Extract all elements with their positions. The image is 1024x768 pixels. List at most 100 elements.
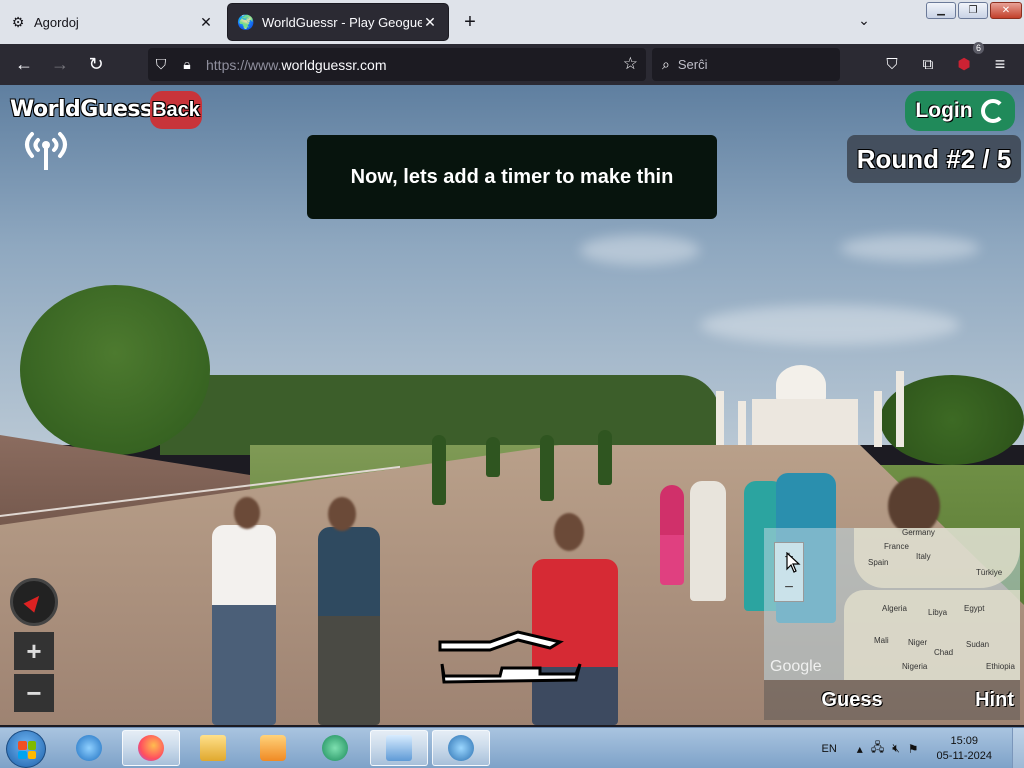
- map-label: Egypt: [964, 604, 985, 613]
- person: [212, 525, 276, 725]
- language-indicator[interactable]: EN: [822, 743, 837, 755]
- globe-icon: 🌍: [237, 13, 255, 30]
- person-head: [234, 497, 260, 529]
- guess-button[interactable]: Guess: [764, 680, 940, 720]
- taskbar-media-player[interactable]: [244, 730, 302, 766]
- back-arrow-icon[interactable]: ←: [8, 48, 40, 80]
- control-panel-icon: [386, 735, 412, 761]
- person: [690, 481, 726, 601]
- tree: [20, 285, 210, 455]
- network-icon[interactable]: 🖧: [871, 738, 884, 759]
- person-head: [554, 513, 584, 551]
- window-controls: ▁ ❐ ✕: [926, 2, 1022, 19]
- show-desktop-button[interactable]: [1012, 728, 1024, 768]
- guess-minimap[interactable]: Germany France Italy Spain Türkiye Alger…: [764, 528, 1020, 680]
- cloud: [840, 235, 980, 261]
- back-button[interactable]: Back: [150, 91, 202, 129]
- toast-message: Now, lets add a timer to make thin: [307, 135, 717, 219]
- navigation-arrows[interactable]: [430, 628, 590, 688]
- back-arrow-icon: [440, 663, 582, 684]
- tab-label: WorldGuessr - Play Geoguessr Free: [262, 14, 422, 30]
- extensions-puzzle-icon[interactable]: ⧉: [912, 48, 944, 80]
- media-player-icon: [260, 735, 286, 761]
- cypress-tree: [486, 437, 500, 477]
- map-label: Spain: [868, 558, 889, 567]
- person-head: [888, 477, 940, 535]
- map-label: Sudan: [966, 640, 990, 649]
- url-bar[interactable]: ⛉ 🔒︎ https://www.worldguessr.com ☆: [148, 48, 646, 81]
- clock-date: 05-11-2024: [936, 749, 992, 762]
- close-tab-icon[interactable]: ✕: [422, 14, 438, 31]
- forward-arrow-icon: [438, 630, 564, 652]
- clock[interactable]: 15:09 05-11-2024: [937, 734, 992, 764]
- person: [660, 485, 684, 585]
- worldguessr-logo: WorldGuessr: [10, 97, 163, 122]
- gear-icon: ⚙: [11, 13, 25, 30]
- map-label: Chad: [934, 648, 954, 657]
- show-hidden-icons-icon[interactable]: ▴: [857, 742, 863, 756]
- signal-connection-icon: [25, 132, 67, 170]
- internet-explorer-icon: [76, 735, 102, 761]
- forward-arrow-icon[interactable]: →: [44, 48, 76, 80]
- hint-button[interactable]: Hint: [940, 680, 1020, 720]
- google-icon: [980, 99, 1005, 123]
- hamburger-menu-icon[interactable]: ≡: [984, 48, 1016, 80]
- bookmark-star-icon[interactable]: ☆: [623, 54, 638, 74]
- taj-mahal: [752, 365, 862, 445]
- tab-settings[interactable]: ⚙ Agordoj ✕: [0, 4, 224, 40]
- taskbar-firefox[interactable]: [122, 730, 180, 766]
- taskbar-network[interactable]: [432, 730, 490, 766]
- map-zoom-out-button[interactable]: −: [775, 573, 803, 603]
- search-input[interactable]: ⌕ Serĉi: [652, 48, 840, 81]
- reload-icon[interactable]: ↻: [80, 48, 112, 80]
- minaret: [896, 371, 904, 447]
- folder-icon: [200, 735, 226, 761]
- volume-muted-icon[interactable]: 🔇︎: [892, 741, 900, 756]
- map-label: Niger: [908, 638, 928, 647]
- taskbar-file-explorer[interactable]: [184, 730, 242, 766]
- map-label: Türkiye: [976, 568, 1003, 577]
- guess-bar: Guess Hint: [764, 680, 1020, 720]
- minaret: [716, 391, 724, 447]
- minaret: [738, 401, 746, 445]
- map-label: France: [884, 542, 909, 551]
- map-label: Ethiopia: [986, 662, 1015, 671]
- map-label: Nigeria: [902, 662, 928, 671]
- navigation-toolbar: ← → ↻ ⛉ 🔒︎ https://www.worldguessr.com ☆…: [0, 42, 1024, 85]
- taskbar-control-panel[interactable]: [370, 730, 428, 766]
- new-tab-button[interactable]: +: [458, 10, 482, 34]
- map-label: Germany: [902, 528, 935, 537]
- zoom-in-button[interactable]: +: [14, 632, 54, 670]
- round-counter: Round #2 / 5: [847, 135, 1021, 183]
- login-button[interactable]: Login: [905, 91, 1015, 131]
- action-center-flag-icon[interactable]: ⚑: [908, 742, 919, 756]
- compass-icon[interactable]: [10, 578, 58, 626]
- person: [318, 527, 380, 725]
- minimize-button[interactable]: ▁: [926, 2, 956, 19]
- system-tray: EN ▴ 🖧 🔇︎ ⚑ 15:09 05-11-2024: [822, 728, 1024, 768]
- cypress-tree: [540, 435, 554, 501]
- start-button[interactable]: [6, 730, 46, 768]
- url-text[interactable]: https://www.worldguessr.com: [206, 57, 387, 73]
- windows-logo-icon: [18, 741, 36, 759]
- pocket-icon[interactable]: ⛉: [876, 48, 908, 80]
- extension-badge: 6: [972, 42, 984, 54]
- minaret: [874, 391, 882, 447]
- mouse-cursor-icon: [786, 552, 801, 573]
- ublock-extension-icon[interactable]: ⬢ 6: [948, 42, 984, 80]
- lock-icon[interactable]: 🔒︎: [174, 56, 200, 73]
- firefox-icon: [138, 735, 164, 761]
- close-tab-icon[interactable]: ✕: [198, 14, 214, 31]
- list-all-tabs-chevron-icon[interactable]: ⌄: [852, 12, 876, 29]
- restore-button[interactable]: ❐: [958, 2, 988, 19]
- taskbar-internet-explorer[interactable]: [60, 730, 118, 766]
- close-window-button[interactable]: ✕: [990, 2, 1022, 19]
- clock-time: 15:09: [950, 734, 979, 747]
- tab-worldguessr[interactable]: 🌍 WorldGuessr - Play Geoguessr Free ✕: [228, 4, 448, 40]
- taskbar-app[interactable]: [306, 730, 364, 766]
- chat-app-icon: [322, 735, 348, 761]
- search-icon: ⌕: [662, 56, 670, 72]
- search-placeholder: Serĉi: [677, 57, 708, 72]
- zoom-out-button[interactable]: −: [14, 674, 54, 712]
- shield-icon[interactable]: ⛉: [148, 56, 174, 73]
